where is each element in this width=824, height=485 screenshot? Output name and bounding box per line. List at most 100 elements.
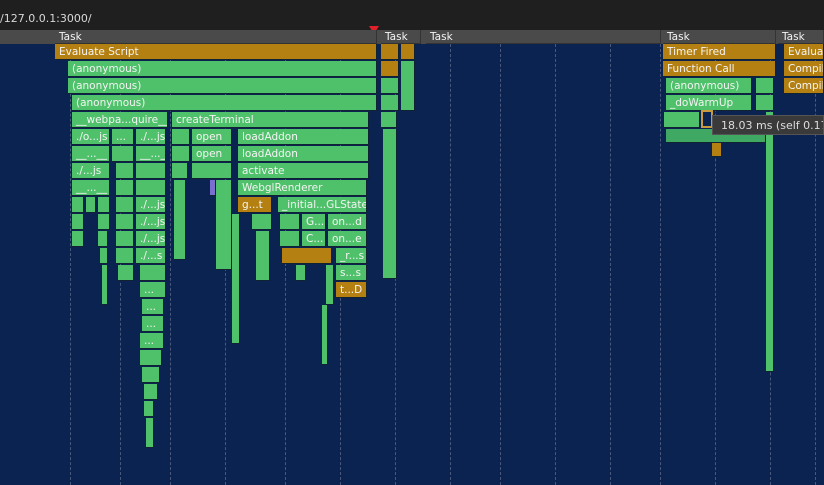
- activate-bar[interactable]: activate: [238, 163, 369, 179]
- script-bar[interactable]: _r...s: [336, 248, 367, 264]
- script-bar[interactable]: [98, 197, 110, 213]
- script-bar[interactable]: [401, 44, 415, 60]
- initial-gl-state-bar[interactable]: _initial...GLState: [278, 197, 367, 213]
- script-bar[interactable]: [756, 78, 774, 94]
- webgl-renderer-bar[interactable]: WebglRenderer: [238, 180, 367, 196]
- script-bar[interactable]: [756, 95, 774, 111]
- script-bar[interactable]: [86, 197, 96, 213]
- script-bar[interactable]: on...d: [328, 214, 367, 230]
- script-bar[interactable]: [381, 112, 397, 128]
- script-bar[interactable]: [280, 214, 300, 230]
- create-terminal-bar[interactable]: createTerminal: [172, 112, 369, 128]
- script-bar[interactable]: [326, 265, 334, 305]
- do-warm-up-bar[interactable]: _doWarmUp: [666, 95, 752, 111]
- script-bar[interactable]: [72, 197, 84, 213]
- address-bar[interactable]: /127.0.0.1:3000/: [0, 0, 824, 31]
- script-bar[interactable]: [232, 214, 240, 344]
- script-bar[interactable]: G...: [302, 214, 326, 230]
- script-bar[interactable]: [72, 214, 84, 230]
- get-bar[interactable]: g...t: [238, 197, 272, 213]
- script-bar[interactable]: __...__: [72, 146, 110, 162]
- script-bar[interactable]: ...: [140, 282, 166, 298]
- script-bar[interactable]: s...s: [336, 265, 367, 281]
- open-bar[interactable]: open: [192, 129, 232, 145]
- script-bar[interactable]: [136, 180, 166, 196]
- script-bar[interactable]: [401, 61, 415, 111]
- script-bar[interactable]: [252, 214, 272, 230]
- function-call-bar[interactable]: Function Call: [663, 61, 776, 77]
- script-bar[interactable]: __...__: [72, 180, 110, 196]
- anonymous-bar[interactable]: (anonymous): [68, 61, 377, 77]
- script-bar[interactable]: [144, 384, 158, 400]
- script-bar[interactable]: [116, 180, 134, 196]
- script-bar[interactable]: [256, 231, 270, 281]
- script-bar[interactable]: [136, 163, 166, 179]
- open-bar[interactable]: open: [192, 146, 232, 162]
- compile-bar[interactable]: Compile: [784, 78, 824, 94]
- script-bar[interactable]: [216, 180, 232, 270]
- script-bar[interactable]: [140, 350, 162, 366]
- script-bar[interactable]: [116, 197, 134, 213]
- anonymous-bar[interactable]: (anonymous): [68, 78, 377, 94]
- script-bar[interactable]: [142, 367, 160, 383]
- script-bar[interactable]: [146, 418, 154, 448]
- script-bar[interactable]: ./...s: [136, 248, 166, 264]
- anonymous-bar[interactable]: (anonymous): [666, 78, 752, 94]
- script-bar[interactable]: [172, 146, 190, 162]
- script-bar[interactable]: t...D: [336, 282, 367, 298]
- script-bar[interactable]: [112, 146, 134, 162]
- script-bar[interactable]: [118, 265, 134, 281]
- script-bar[interactable]: [664, 112, 700, 128]
- script-bar[interactable]: [72, 231, 84, 247]
- script-bar[interactable]: [144, 401, 154, 417]
- load-addon-bar[interactable]: loadAddon: [238, 146, 369, 162]
- script-bar[interactable]: [296, 265, 306, 281]
- task-bar[interactable]: Task: [381, 30, 421, 44]
- script-bar[interactable]: [98, 231, 108, 247]
- script-bar[interactable]: [322, 305, 328, 365]
- task-bar[interactable]: Task: [426, 30, 661, 44]
- script-bar[interactable]: ./...js: [136, 231, 166, 247]
- script-bar[interactable]: ./...js: [72, 163, 110, 179]
- script-bar[interactable]: ./...js: [136, 129, 166, 145]
- script-bar[interactable]: [140, 265, 166, 281]
- script-bar[interactable]: ...: [112, 129, 134, 145]
- script-bar[interactable]: [102, 265, 108, 305]
- script-bar[interactable]: [100, 248, 108, 264]
- script-bar[interactable]: [383, 129, 397, 279]
- script-bar[interactable]: ...: [140, 333, 164, 349]
- script-bar[interactable]: ./...js: [136, 214, 166, 230]
- task-bar[interactable]: Task: [55, 30, 377, 44]
- script-bar[interactable]: [116, 214, 134, 230]
- script-bar[interactable]: [116, 248, 134, 264]
- script-bar[interactable]: [381, 95, 399, 111]
- evaluate-script-bar[interactable]: Evalua: [784, 44, 824, 60]
- script-bar[interactable]: ...: [142, 299, 164, 315]
- timer-fired-bar[interactable]: Timer Fired: [663, 44, 776, 60]
- script-bar[interactable]: __...__: [136, 146, 166, 162]
- script-bar[interactable]: [172, 129, 190, 145]
- load-addon-bar[interactable]: loadAddon: [238, 129, 369, 145]
- compile-bar[interactable]: Compile: [784, 61, 824, 77]
- script-bar[interactable]: [381, 61, 399, 77]
- script-bar[interactable]: [381, 44, 399, 60]
- task-bar[interactable]: Task: [778, 30, 824, 44]
- script-bar[interactable]: [116, 163, 134, 179]
- script-bar[interactable]: [280, 231, 300, 247]
- webpack-require-bar[interactable]: __webpa...quire__: [72, 112, 168, 128]
- script-bar[interactable]: [766, 112, 774, 372]
- script-bar[interactable]: C...: [302, 231, 326, 247]
- script-bar[interactable]: ...: [142, 316, 164, 332]
- script-bar[interactable]: [174, 180, 186, 260]
- script-bar[interactable]: [381, 78, 399, 94]
- task-bar[interactable]: Task: [663, 30, 776, 44]
- script-bar[interactable]: [282, 248, 332, 264]
- script-bar[interactable]: [172, 163, 188, 179]
- script-bar[interactable]: ./...js: [136, 197, 166, 213]
- script-bar[interactable]: [98, 214, 110, 230]
- script-bar[interactable]: [192, 163, 232, 179]
- evaluate-script-bar[interactable]: Evaluate Script: [55, 44, 377, 60]
- anonymous-bar[interactable]: (anonymous): [72, 95, 377, 111]
- script-bar[interactable]: [116, 231, 134, 247]
- script-bar[interactable]: ./o...js: [72, 129, 110, 145]
